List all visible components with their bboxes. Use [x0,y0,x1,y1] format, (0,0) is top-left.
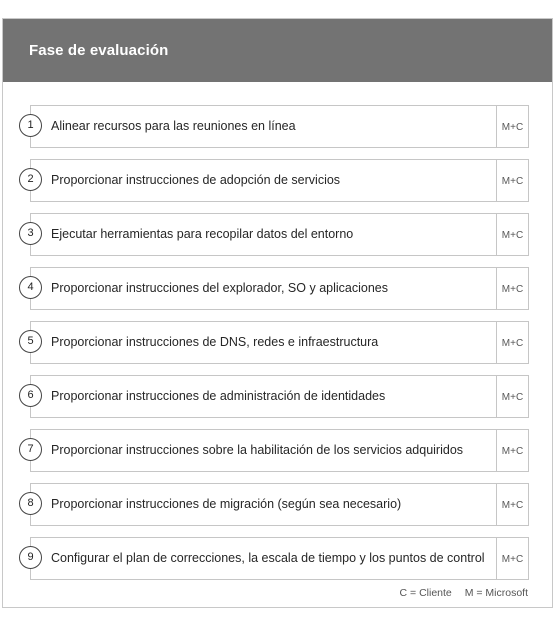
step-row: Proporcionar instrucciones de adopción d… [30,159,529,202]
step-row: Proporcionar instrucciones sobre la habi… [30,429,529,472]
step-label: Proporcionar instrucciones de migración … [51,497,402,511]
panel-header: Fase de evaluación [3,19,552,82]
step-label: Proporcionar instrucciones del explorado… [51,281,388,295]
step-row: Proporcionar instrucciones de migración … [30,483,529,526]
step-label: Proporcionar instrucciones de administra… [51,389,386,403]
step-owner: M+C [496,214,528,255]
step-number-badge: 6 [19,384,42,407]
step-owner: M+C [496,106,528,147]
step-row: Proporcionar instrucciones de administra… [30,375,529,418]
legend-microsoft: M = Microsoft [464,587,528,599]
step-number-badge: 5 [19,330,42,353]
step-row: Proporcionar instrucciones de DNS, redes… [30,321,529,364]
step-owner: M+C [496,430,528,471]
step-owner: M+C [496,160,528,201]
step-owner: M+C [496,268,528,309]
step-row: Alinear recursos para las reuniones en l… [30,105,529,148]
step-number-badge: 8 [19,492,42,515]
step-label: Proporcionar instrucciones de adopción d… [51,173,341,187]
step-number-badge: 9 [19,546,42,569]
step-label: Ejecutar herramientas para recopilar dat… [51,227,354,241]
assessment-phase-panel: Fase de evaluación Alinear recursos para… [2,18,553,608]
step-label: Alinear recursos para las reuniones en l… [51,119,296,133]
step-number-badge: 2 [19,168,42,191]
step-number-badge: 1 [19,114,42,137]
step-owner: M+C [496,538,528,579]
legend: C = Cliente M = Microsoft [400,587,528,599]
step-label: Configurar el plan de correcciones, la e… [51,551,485,565]
step-label: Proporcionar instrucciones sobre la habi… [51,443,464,457]
step-row: Ejecutar herramientas para recopilar dat… [30,213,529,256]
legend-client: C = Cliente [399,587,452,599]
step-owner: M+C [496,484,528,525]
step-number-badge: 4 [19,276,42,299]
page-title: Fase de evaluación [29,42,169,59]
step-number-badge: 3 [19,222,42,245]
step-owner: M+C [496,376,528,417]
step-row: Configurar el plan de correcciones, la e… [30,537,529,580]
step-number-badge: 7 [19,438,42,461]
step-owner: M+C [496,322,528,363]
step-row: Proporcionar instrucciones del explorado… [30,267,529,310]
step-label: Proporcionar instrucciones de DNS, redes… [51,335,379,349]
